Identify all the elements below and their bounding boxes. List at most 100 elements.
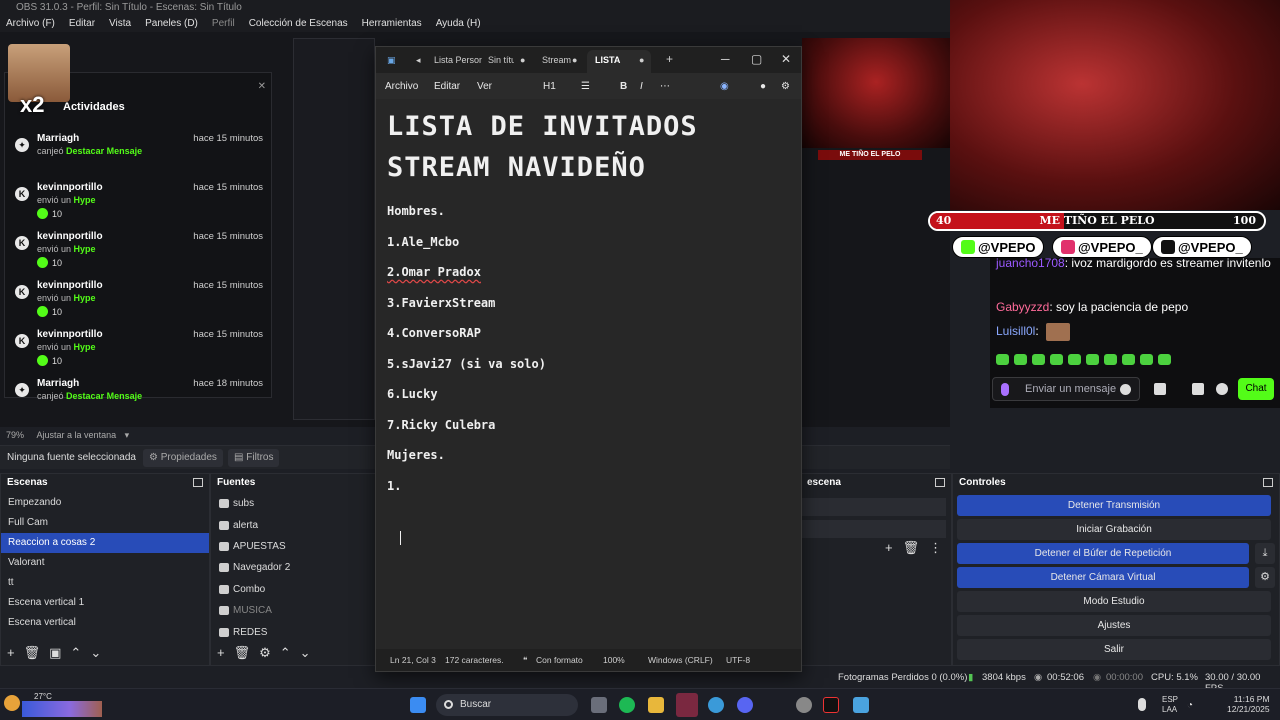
chevron-left-icon[interactable]: ◂: [416, 55, 421, 66]
undock-icon[interactable]: [193, 478, 203, 487]
notepad-icon[interactable]: [853, 697, 869, 713]
menu-ayuda[interactable]: Ayuda (H): [436, 18, 481, 29]
menu-editar[interactable]: Editar: [434, 81, 460, 92]
trash-icon[interactable]: 🗑: [903, 540, 920, 556]
control-button[interactable]: Modo Estudio: [957, 591, 1271, 612]
scene-item[interactable]: Valorant: [1, 553, 209, 573]
tab-lista-personal[interactable]: Lista Personal: [434, 55, 482, 65]
menu-vista[interactable]: Vista: [109, 18, 131, 29]
control-button[interactable]: Iniciar Grabación: [957, 519, 1271, 540]
filter-icon[interactable]: ▣: [49, 645, 61, 661]
menu-paneles[interactable]: Paneles (D): [145, 18, 198, 29]
source-item[interactable]: Navegador 2: [211, 557, 375, 578]
menu-perfil[interactable]: Perfil: [212, 18, 235, 29]
scene-item[interactable]: tt: [1, 573, 209, 593]
menu-archivo[interactable]: Archivo: [385, 81, 418, 92]
add-icon[interactable]: +: [7, 645, 15, 661]
source-item[interactable]: alerta: [211, 514, 375, 535]
more-icon[interactable]: ⋮: [929, 540, 942, 556]
encoding[interactable]: UTF-8: [726, 655, 750, 665]
link-icon[interactable]: [1154, 383, 1166, 395]
properties-button[interactable]: ⚙ Propiedades: [143, 449, 223, 467]
bold-icon[interactable]: B: [620, 81, 627, 92]
download-icon[interactable]: ⤓: [1255, 543, 1275, 564]
more-icon[interactable]: ⋯: [660, 81, 670, 92]
menu-herramientas[interactable]: Herramientas: [362, 18, 422, 29]
obs-studio-icon[interactable]: [796, 697, 812, 713]
duration-input[interactable]: [801, 520, 946, 538]
close-icon[interactable]: ✕: [258, 81, 266, 92]
emoji-icon[interactable]: [1120, 384, 1131, 395]
weather-temp[interactable]: 27°C: [34, 692, 52, 701]
chevron-down-icon[interactable]: ▾: [125, 430, 130, 440]
scene-item[interactable]: Empezando: [1, 493, 209, 513]
mic-icon[interactable]: [1001, 383, 1009, 396]
source-item[interactable]: APUESTAS: [211, 536, 375, 557]
tab-sin-titulo[interactable]: Sin título: [488, 55, 514, 65]
chat-username[interactable]: Gabyyzzd: [996, 300, 1049, 314]
network-icon[interactable]: ◔: [1187, 700, 1193, 711]
tab-stream[interactable]: Stream: [542, 55, 571, 65]
spotify-icon[interactable]: [619, 697, 635, 713]
trash-icon[interactable]: 🗑: [24, 645, 41, 661]
source-item[interactable]: REDES: [211, 621, 375, 642]
weather-icon[interactable]: [4, 695, 20, 711]
undock-icon[interactable]: [935, 478, 945, 487]
control-button[interactable]: Ajustes: [957, 615, 1271, 636]
maximize-icon[interactable]: ▢: [751, 52, 762, 66]
activity-user[interactable]: Marriagh: [37, 133, 79, 144]
copilot-icon[interactable]: ◉: [720, 81, 729, 92]
windows-start-icon[interactable]: [410, 697, 426, 713]
heading-select[interactable]: H1: [543, 81, 556, 92]
chat-username[interactable]: juancho1708: [996, 256, 1065, 270]
add-icon[interactable]: +: [217, 645, 225, 661]
task-view-icon[interactable]: [591, 697, 607, 713]
tab-lista[interactable]: LISTA DE: [595, 55, 621, 65]
account-icon[interactable]: ●: [760, 81, 766, 92]
control-button[interactable]: Detener Cámara Virtual: [957, 567, 1249, 588]
discord-icon[interactable]: [737, 697, 753, 713]
list-icon[interactable]: ☰: [581, 81, 590, 92]
control-button[interactable]: Salir: [957, 639, 1271, 660]
store-icon[interactable]: [1192, 383, 1204, 395]
activity-user[interactable]: kevinnportillo: [37, 182, 103, 193]
new-tab-icon[interactable]: +: [666, 52, 673, 66]
notepad-editor[interactable]: LISTA DE INVITADOS STREAM NAVIDEÑO Hombr…: [376, 99, 801, 649]
clock[interactable]: 11:16 PM 12/21/2025: [1227, 694, 1270, 714]
obs-taskbar-icon[interactable]: [676, 693, 698, 717]
language-indicator[interactable]: ESP LAA: [1162, 695, 1178, 715]
scene-item[interactable]: Escena vertical: [1, 613, 209, 633]
scene-item[interactable]: Escena vertical 1: [1, 593, 209, 613]
zoom-level[interactable]: 100%: [603, 655, 625, 665]
activity-user[interactable]: kevinnportillo: [37, 280, 103, 291]
gear-icon[interactable]: ⚙: [1255, 567, 1275, 588]
chat-send-button[interactable]: Chat: [1238, 378, 1274, 400]
source-item[interactable]: Combo: [211, 579, 375, 600]
menu-archivo[interactable]: Archivo (F): [6, 18, 55, 29]
file-explorer-icon[interactable]: [648, 697, 664, 713]
activity-user[interactable]: Marriagh: [37, 378, 79, 389]
italic-icon[interactable]: I: [640, 81, 643, 92]
control-button[interactable]: Detener el Búfer de Repetición: [957, 543, 1249, 564]
chat-input[interactable]: Enviar un mensaje: [992, 377, 1140, 401]
add-icon[interactable]: +: [885, 540, 893, 556]
source-item[interactable]: MUSICA: [211, 600, 375, 621]
line-ending[interactable]: Windows (CRLF): [648, 655, 713, 665]
menu-ver[interactable]: Ver: [477, 81, 492, 92]
minimize-icon[interactable]: ─: [721, 52, 730, 66]
undock-icon[interactable]: [1263, 478, 1273, 487]
trash-icon[interactable]: 🗑: [234, 645, 251, 661]
telegram-icon[interactable]: [708, 697, 724, 713]
move-down-icon[interactable]: ⌄: [300, 645, 311, 661]
microphone-icon[interactable]: [1138, 698, 1146, 711]
move-down-icon[interactable]: ⌄: [90, 645, 101, 661]
zoom-mode-select[interactable]: Ajustar a la ventana: [37, 430, 117, 440]
settings-icon[interactable]: ⚙: [781, 81, 790, 92]
filters-button[interactable]: ▤ Filtros: [228, 449, 280, 467]
tiktok-icon[interactable]: [823, 697, 839, 713]
close-icon[interactable]: ✕: [781, 52, 791, 66]
activity-user[interactable]: kevinnportillo: [37, 231, 103, 242]
menu-coleccion-escenas[interactable]: Colección de Escenas: [249, 18, 348, 29]
source-item[interactable]: subs: [211, 493, 375, 514]
control-button[interactable]: Detener Transmisión: [957, 495, 1271, 516]
